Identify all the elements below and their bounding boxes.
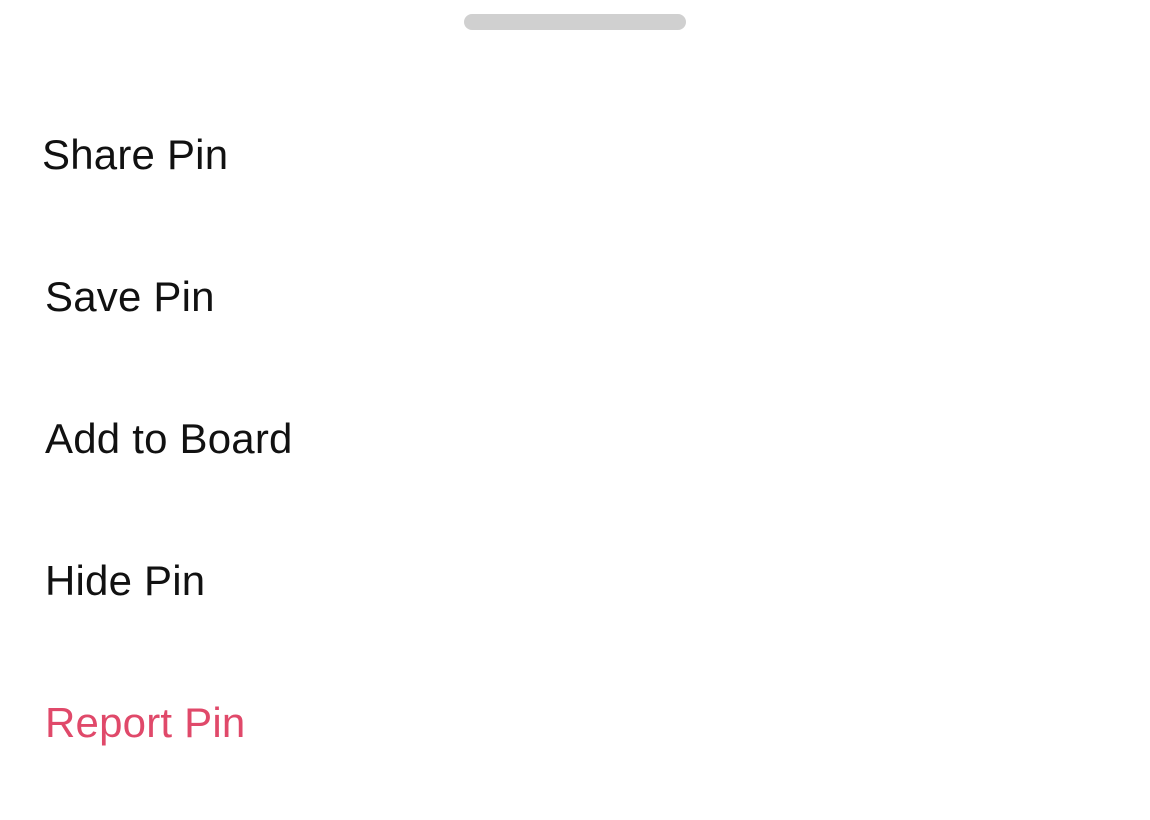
drag-handle[interactable] [464,14,686,30]
pin-options-menu: Share Pin Save Pin Add to Board Hide Pin… [0,84,1150,794]
menu-item-label: Report Pin [45,699,246,746]
menu-item-save-pin[interactable]: Save Pin [0,226,1150,368]
menu-item-add-to-board[interactable]: Add to Board [0,368,1150,510]
menu-item-report-pin[interactable]: Report Pin [0,652,1150,794]
menu-item-label: Share Pin [42,131,229,178]
menu-item-label: Save Pin [45,273,215,320]
menu-item-label: Hide Pin [45,557,206,604]
menu-item-share-pin[interactable]: Share Pin [0,84,1150,226]
menu-item-label: Add to Board [45,415,293,462]
menu-item-hide-pin[interactable]: Hide Pin [0,510,1150,652]
bottom-sheet: Share Pin Save Pin Add to Board Hide Pin… [0,0,1150,820]
